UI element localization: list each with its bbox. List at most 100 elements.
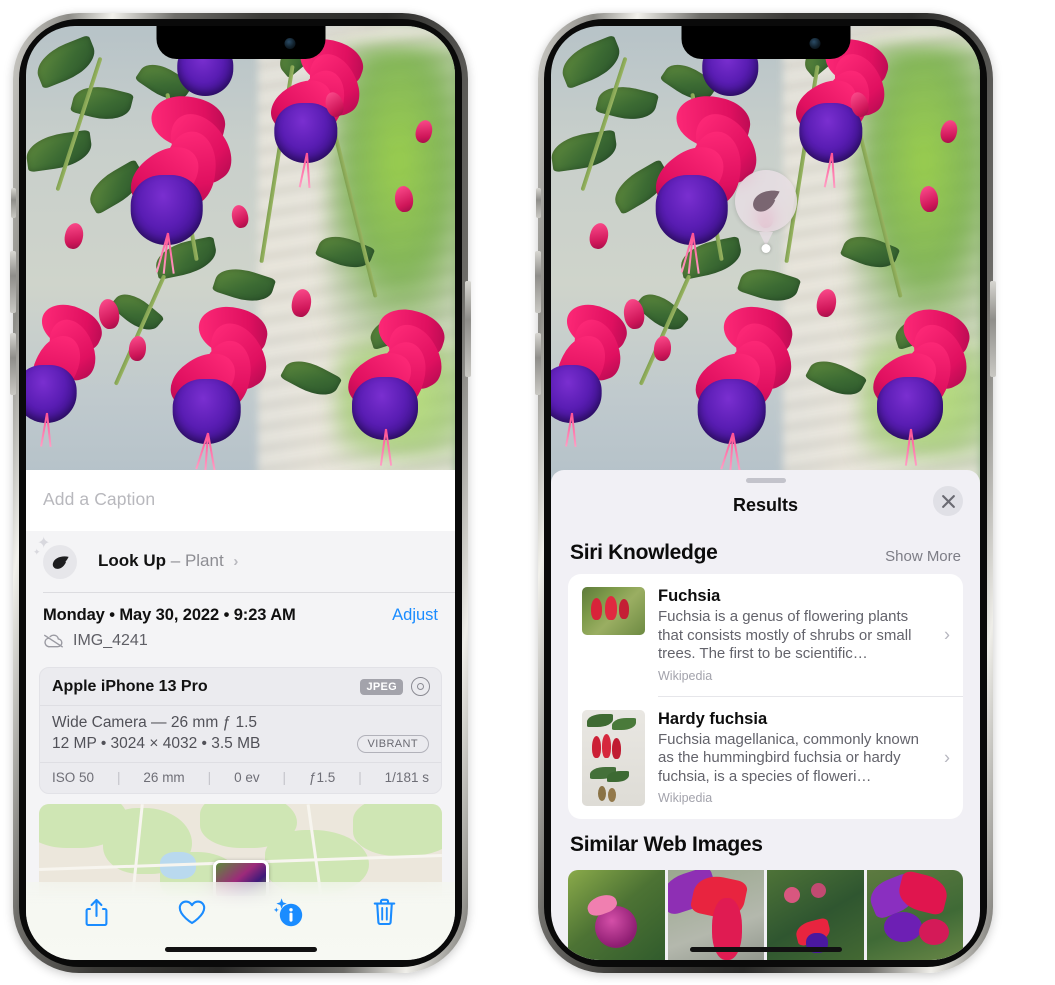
- knowledge-result-item[interactable]: Hardy fuchsia Fuchsia magellanica, commo…: [568, 697, 963, 819]
- home-indicator[interactable]: [164, 947, 317, 952]
- photographic-style-badge: VIBRANT: [356, 735, 429, 753]
- format-badge: JPEG: [360, 678, 403, 695]
- siri-knowledge-title: Siri Knowledge: [570, 541, 718, 564]
- look-up-title: Look Up: [98, 551, 166, 570]
- exif-header: Apple iPhone 13 Pro JPEG: [40, 668, 441, 706]
- file-name: IMG_4241: [73, 632, 148, 649]
- heart-icon: [179, 900, 206, 924]
- caption-placeholder[interactable]: Add a Caption: [43, 489, 438, 510]
- show-more-button[interactable]: Show More: [885, 548, 961, 565]
- stat-separator: |: [116, 770, 121, 785]
- exif-card[interactable]: Apple iPhone 13 Pro JPEG Wide Camera — 2…: [39, 667, 442, 794]
- date-time-row: Monday • May 30, 2022 • 9:23 AM IMG_4241…: [26, 593, 455, 661]
- look-up-subject: Plant: [184, 551, 224, 570]
- web-image-thumb[interactable]: [866, 869, 963, 960]
- power-button[interactable]: [990, 281, 996, 377]
- visual-look-up-badge[interactable]: [734, 170, 797, 253]
- share-button[interactable]: [74, 892, 118, 932]
- mute-switch[interactable]: [536, 188, 541, 218]
- web-image-thumb[interactable]: [568, 869, 665, 960]
- mute-switch[interactable]: [11, 188, 16, 218]
- screen-left: Add a Caption ✦ ✦ Look Up – Plant › Mond…: [26, 26, 455, 960]
- photo-datetime: Monday • May 30, 2022 • 9:23 AM: [43, 606, 296, 624]
- camera-device-name: Apple iPhone 13 Pro: [52, 677, 208, 695]
- leaf-icon: [52, 555, 69, 569]
- result-body: Hardy fuchsia Fuchsia magellanica, commo…: [658, 710, 951, 806]
- caption-field-row[interactable]: Add a Caption: [26, 470, 455, 531]
- aperture-icon: [411, 677, 430, 696]
- look-up-icon-wrap: ✦ ✦: [33, 536, 81, 580]
- volume-up-button[interactable]: [10, 251, 16, 313]
- badge-anchor-dot: [761, 244, 770, 253]
- leaf-icon: [752, 190, 780, 212]
- lens-info: Wide Camera — 26 mm ƒ 1.5: [52, 714, 258, 731]
- result-title: Hardy fuchsia: [658, 709, 768, 728]
- front-camera: [284, 38, 295, 49]
- cloud-slash-icon: [44, 634, 63, 648]
- knowledge-result-item[interactable]: Fuchsia Fuchsia is a genus of flowering …: [568, 574, 963, 696]
- look-up-row[interactable]: ✦ ✦ Look Up – Plant ›: [26, 531, 455, 592]
- results-header: Results: [551, 483, 980, 527]
- sparkle-small-icon: ✦: [33, 547, 41, 557]
- result-body: Fuchsia Fuchsia is a genus of flowering …: [658, 587, 951, 683]
- results-sheet: Results Siri Knowledge Show More Fuchsia…: [551, 470, 980, 960]
- chevron-right-icon: ›: [233, 553, 239, 570]
- front-camera: [809, 38, 820, 49]
- exif-stats-row: ISO 50 | 26 mm | 0 ev | ƒ1.5 | 1/181 s: [40, 762, 441, 793]
- photo-toolbar: [26, 882, 455, 960]
- siri-knowledge-header: Siri Knowledge Show More: [551, 527, 980, 574]
- share-icon: [85, 898, 108, 926]
- result-thumbnail: [582, 709, 645, 806]
- iphone-left: Add a Caption ✦ ✦ Look Up – Plant › Mond…: [10, 13, 471, 973]
- exif-stat-focal: 26 mm: [143, 770, 185, 785]
- exif-stat-shutter: 1/181 s: [384, 770, 429, 785]
- result-source: Wikipedia: [658, 791, 713, 805]
- notch: [156, 26, 325, 59]
- result-title: Fuchsia: [658, 587, 721, 605]
- iphone-right: Results Siri Knowledge Show More Fuchsia…: [535, 13, 996, 973]
- volume-up-button[interactable]: [535, 251, 541, 313]
- stat-separator: |: [358, 770, 362, 785]
- visual-look-up-circle: [734, 170, 797, 232]
- chevron-right-icon: ›: [944, 624, 950, 645]
- delete-button[interactable]: [363, 892, 407, 932]
- photo-fuchsia[interactable]: [26, 26, 455, 496]
- close-icon: [941, 494, 955, 508]
- results-title: Results: [732, 494, 799, 515]
- screen-right: Results Siri Knowledge Show More Fuchsia…: [551, 26, 980, 960]
- result-source: Wikipedia: [658, 668, 713, 683]
- flower-bloom: [637, 90, 768, 274]
- resolution-info: 12 MP • 3024 × 4032 • 3.5 MB: [52, 735, 261, 752]
- home-indicator[interactable]: [689, 947, 842, 952]
- adjust-button[interactable]: Adjust: [392, 606, 438, 625]
- stat-separator: |: [282, 770, 287, 785]
- look-up-icon-circle: [43, 545, 77, 579]
- similar-web-images-header: Similar Web Images: [551, 819, 980, 866]
- volume-down-button[interactable]: [10, 333, 16, 395]
- result-description: Fuchsia is a genus of flowering plants t…: [658, 608, 912, 662]
- favorite-button[interactable]: [170, 892, 214, 932]
- look-up-label: Look Up – Plant ›: [98, 551, 238, 571]
- photo-fuchsia[interactable]: [551, 26, 980, 496]
- close-button[interactable]: [933, 486, 963, 516]
- info-button[interactable]: [267, 892, 311, 932]
- chevron-right-icon: ›: [944, 747, 950, 767]
- file-row: IMG_4241: [43, 632, 296, 650]
- flower-bloom: [112, 90, 243, 274]
- exif-stat-iso: ISO 50: [52, 770, 95, 785]
- photo-info-sheet: Add a Caption ✦ ✦ Look Up – Plant › Mond…: [26, 470, 455, 960]
- volume-down-button[interactable]: [535, 333, 541, 395]
- power-button[interactable]: [465, 281, 471, 377]
- exif-stat-exposure: 0 ev: [234, 770, 260, 785]
- stat-separator: |: [207, 770, 212, 785]
- exif-stat-aperture: ƒ1.5: [309, 770, 336, 785]
- look-up-dash: –: [170, 551, 181, 570]
- similar-web-images-title: Similar Web Images: [570, 832, 763, 856]
- exif-body: Wide Camera — 26 mm ƒ 1.5 12 MP • 3024 ×…: [40, 706, 441, 762]
- result-description: Fuchsia magellanica, commonly known as t…: [658, 730, 919, 785]
- notch: [681, 26, 850, 59]
- screenshot-root: Add a Caption ✦ ✦ Look Up – Plant › Mond…: [0, 0, 1055, 985]
- info-sparkle-icon: [273, 898, 302, 927]
- trash-icon: [374, 898, 396, 926]
- siri-knowledge-card: Fuchsia Fuchsia is a genus of flowering …: [568, 574, 963, 819]
